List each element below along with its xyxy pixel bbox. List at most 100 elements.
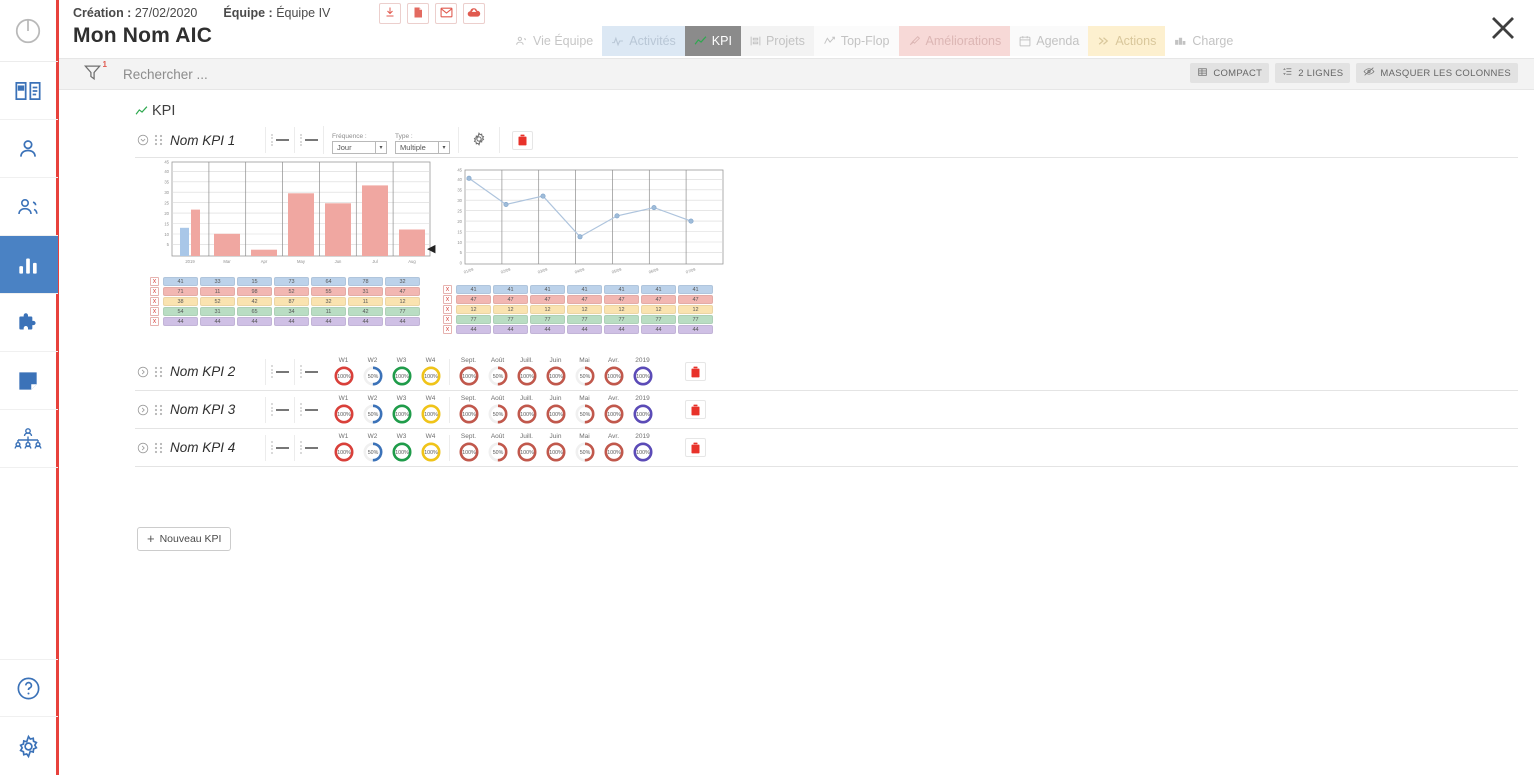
table-cell[interactable]: 44 (385, 317, 420, 326)
gauge-month-1[interactable]: Août 50% (483, 357, 512, 387)
tab-ameliorations[interactable]: Améliorations (898, 26, 1011, 56)
gauge-month-3[interactable]: Juin 100% (541, 395, 570, 425)
table-cell[interactable]: 44 (163, 317, 198, 326)
remove-row-button[interactable]: x (443, 325, 452, 334)
table-cell[interactable]: 12 (678, 305, 713, 314)
table-cell[interactable]: 44 (604, 325, 639, 334)
gauge-week-0[interactable]: W1 100% (329, 357, 358, 387)
gauge-month-0[interactable]: Sept. 100% (454, 357, 483, 387)
table-cell[interactable]: 41 (567, 285, 602, 294)
gauge-week-0[interactable]: W1 100% (329, 433, 358, 463)
kpi-name[interactable]: Nom KPI 3 (170, 402, 265, 417)
gauge-month-0[interactable]: Sept. 100% (454, 433, 483, 463)
tab-actions[interactable]: Actions (1088, 26, 1166, 56)
remove-row-button[interactable]: x (150, 317, 159, 326)
media-book-icon[interactable] (0, 62, 58, 120)
expand-caret-icon[interactable] (135, 366, 151, 378)
drag-handle-icon[interactable] (151, 366, 165, 378)
table-cell[interactable]: 44 (493, 325, 528, 334)
puzzle-icon[interactable] (0, 294, 58, 352)
gauge-week-1[interactable]: W2 50% (358, 357, 387, 387)
expand-caret-icon[interactable] (135, 134, 151, 146)
table-cell[interactable]: 15 (237, 277, 272, 286)
gauge-week-2[interactable]: W3 100% (387, 357, 416, 387)
table-cell[interactable]: 87 (274, 297, 309, 306)
table-cell[interactable]: 44 (678, 325, 713, 334)
power-icon[interactable] (0, 0, 58, 62)
gauge-month-3[interactable]: Juin 100% (541, 433, 570, 463)
tab-activites[interactable]: Activités (602, 26, 685, 56)
tab-charge[interactable]: Charge (1165, 26, 1242, 56)
gauge-week-3[interactable]: W4 100% (416, 357, 445, 387)
remove-row-button[interactable]: x (443, 315, 452, 324)
gauge-week-1[interactable]: W2 50% (358, 433, 387, 463)
gauge-week-3[interactable]: W4 100% (416, 395, 445, 425)
table-cell[interactable]: 41 (604, 285, 639, 294)
delete-button[interactable] (685, 362, 706, 381)
gauge-month-1[interactable]: Août 50% (483, 395, 512, 425)
help-icon[interactable] (0, 659, 58, 717)
note-icon[interactable] (0, 352, 58, 410)
gauge-month-6[interactable]: 2019 100% (628, 395, 657, 425)
table-cell[interactable]: 47 (678, 295, 713, 304)
table-cell[interactable]: 34 (274, 307, 309, 316)
table-cell[interactable]: 12 (641, 305, 676, 314)
table-cell[interactable]: 44 (456, 325, 491, 334)
remove-row-button[interactable]: x (443, 305, 452, 314)
gauge-month-5[interactable]: Avr. 100% (599, 395, 628, 425)
gauge-week-0[interactable]: W1 100% (329, 395, 358, 425)
table-cell[interactable]: 11 (200, 287, 235, 296)
hide-columns-button[interactable]: MASQUER LES COLONNES (1356, 63, 1518, 83)
drag-handle-icon[interactable] (151, 134, 165, 146)
org-chart-icon[interactable] (0, 410, 58, 468)
gauge-month-4[interactable]: Mai 50% (570, 357, 599, 387)
gauge-month-6[interactable]: 2019 100% (628, 357, 657, 387)
table-cell[interactable]: 44 (641, 325, 676, 334)
table-cell[interactable]: 41 (678, 285, 713, 294)
table-cell[interactable]: 52 (200, 297, 235, 306)
tab-agenda[interactable]: Agenda (1010, 26, 1089, 56)
table-cell[interactable]: 41 (456, 285, 491, 294)
remove-row-button[interactable]: x (150, 287, 159, 296)
cloud-upload-button[interactable] (463, 3, 485, 24)
pdf-export-button[interactable] (407, 3, 429, 24)
table-cell[interactable]: 32 (385, 277, 420, 286)
gauge-month-5[interactable]: Avr. 100% (599, 357, 628, 387)
table-cell[interactable]: 12 (530, 305, 565, 314)
table-cell[interactable]: 71 (163, 287, 198, 296)
remove-row-button[interactable]: x (150, 307, 159, 316)
table-cell[interactable]: 77 (641, 315, 676, 324)
bar-chart[interactable]: 45 40 35 30 25 20 15 10 5 2019 Mar Apr M… (150, 158, 433, 273)
table-cell[interactable]: 41 (641, 285, 676, 294)
download-button[interactable] (379, 3, 401, 24)
gauge-week-2[interactable]: W3 100% (387, 395, 416, 425)
table-cell[interactable]: 11 (311, 307, 346, 316)
table-cell[interactable]: 44 (200, 317, 235, 326)
table-cell[interactable]: 42 (237, 297, 272, 306)
table-cell[interactable]: 41 (493, 285, 528, 294)
filter-button[interactable]: 1 (75, 60, 109, 87)
kpi-gear-button[interactable] (458, 127, 499, 153)
collapse-panel-arrow-icon[interactable]: ◀ (427, 242, 435, 255)
table-cell[interactable]: 47 (641, 295, 676, 304)
gauge-month-4[interactable]: Mai 50% (570, 433, 599, 463)
table-cell[interactable]: 12 (604, 305, 639, 314)
drag-handle-icon[interactable] (151, 404, 165, 416)
tab-kpi[interactable]: KPI (684, 26, 741, 56)
table-cell[interactable]: 44 (567, 325, 602, 334)
gauge-month-6[interactable]: 2019 100% (628, 433, 657, 463)
tab-projets[interactable]: Projets (740, 26, 814, 56)
table-cell[interactable]: 78 (348, 277, 383, 286)
table-cell[interactable]: 12 (567, 305, 602, 314)
gauge-month-4[interactable]: Mai 50% (570, 395, 599, 425)
expand-caret-icon[interactable] (135, 442, 151, 454)
table-cell[interactable]: 77 (493, 315, 528, 324)
kpi-name[interactable]: Nom KPI 2 (170, 364, 265, 379)
table-cell[interactable]: 77 (604, 315, 639, 324)
table-cell[interactable]: 47 (530, 295, 565, 304)
table-cell[interactable]: 77 (456, 315, 491, 324)
frequence-select[interactable]: Jour ▾ (332, 141, 387, 154)
table-cell[interactable]: 44 (348, 317, 383, 326)
gauge-month-1[interactable]: Août 50% (483, 433, 512, 463)
drag-handle-icon[interactable] (151, 442, 165, 454)
